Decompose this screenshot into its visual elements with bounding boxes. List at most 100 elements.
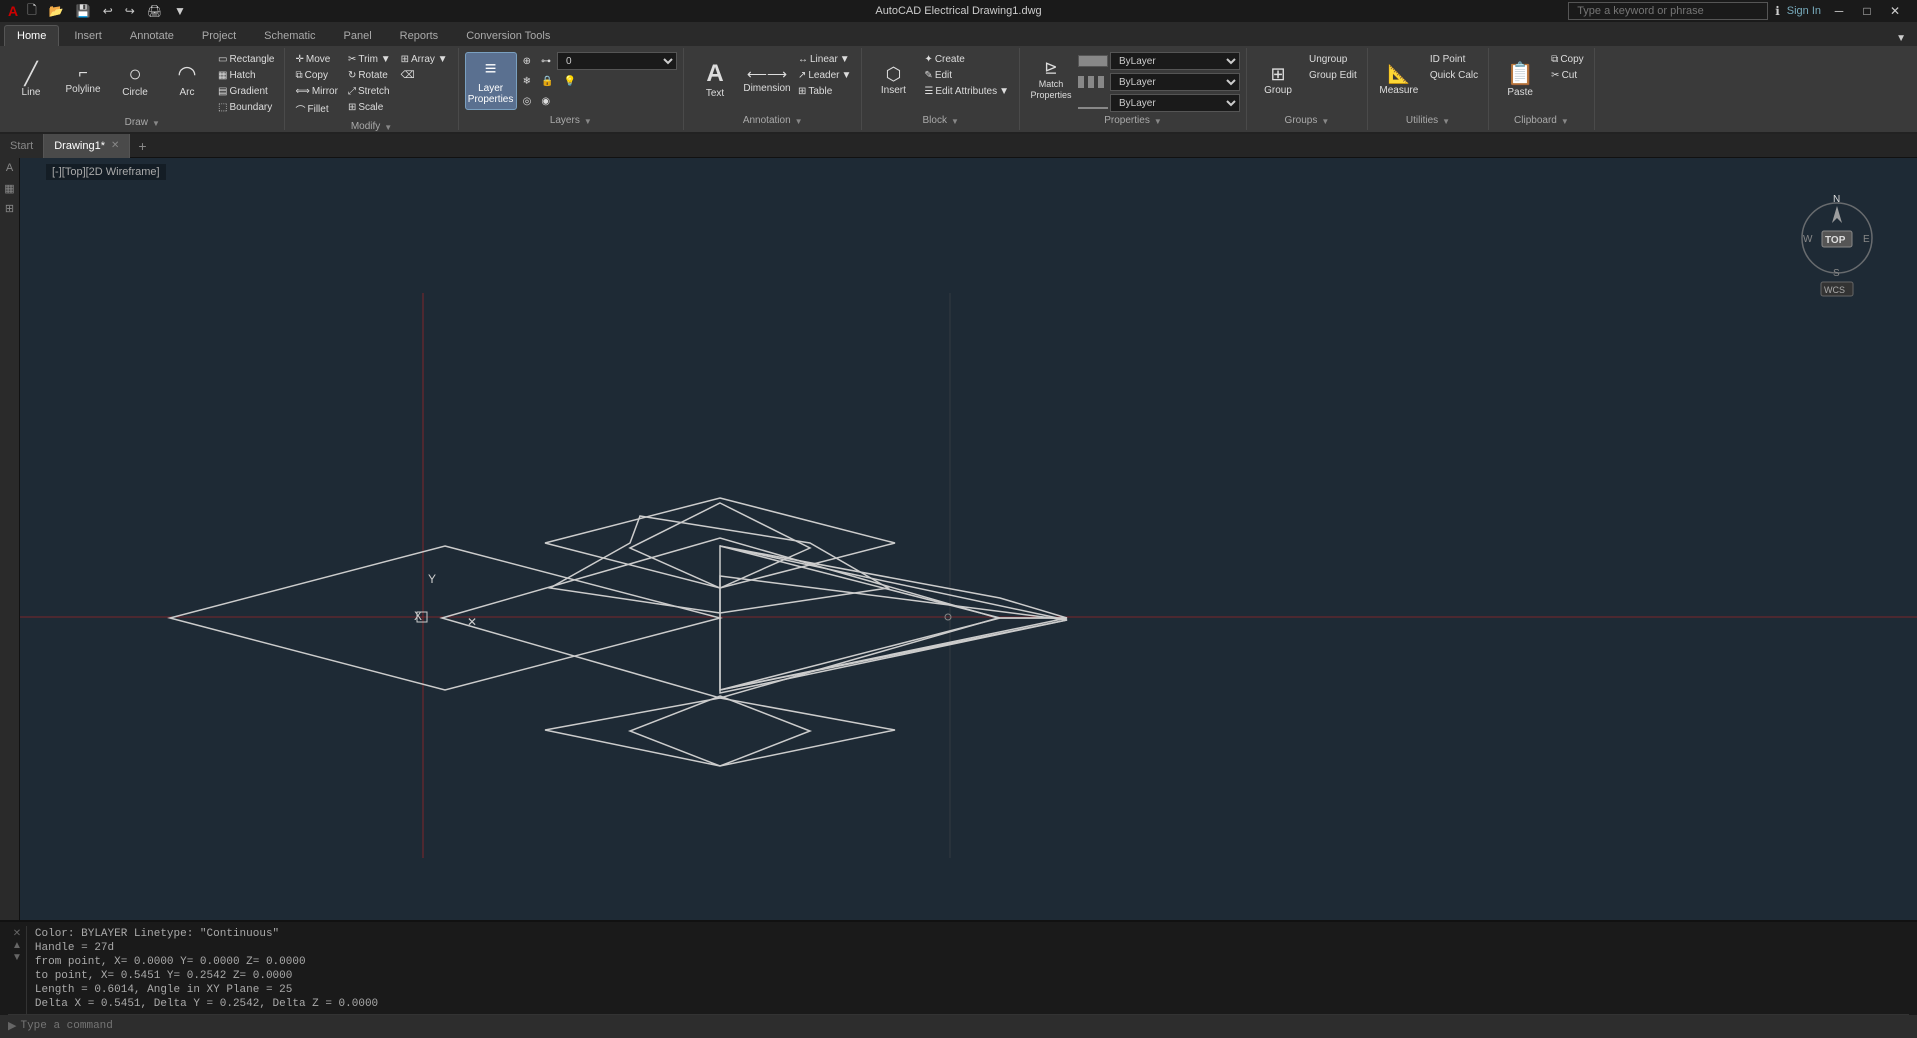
copy-button[interactable]: ⧉ Copy — [291, 68, 341, 83]
layer-off-btn[interactable]: 💡 — [559, 74, 579, 89]
edit-button[interactable]: ✎ Edit — [920, 68, 1013, 83]
match-layer-button[interactable]: ⊶ — [537, 54, 555, 69]
line-button[interactable]: ╱ Line — [6, 52, 56, 110]
prop-line-linetype: ByLayer — [1078, 73, 1240, 91]
layer-isolate-btn[interactable]: ◎ — [519, 94, 536, 109]
minimize-btn[interactable]: ─ — [1825, 0, 1853, 22]
tab-annotate[interactable]: Annotate — [117, 25, 187, 46]
erase-button[interactable]: ⌫ — [397, 68, 452, 83]
circle-icon: ○ — [128, 63, 141, 85]
make-current-button[interactable]: ⊕ — [519, 54, 535, 69]
id-point-btn[interactable]: ID Point — [1426, 52, 1482, 67]
mirror-button[interactable]: ⟺ Mirror — [291, 84, 341, 99]
add-tab-button[interactable]: + — [130, 134, 154, 158]
linetype-dropdown[interactable]: ByLayer — [1110, 73, 1240, 91]
tab-home[interactable]: Home — [4, 25, 59, 46]
color-swatch — [1078, 55, 1108, 67]
ungroup-button[interactable]: Ungroup — [1305, 52, 1361, 67]
measure-button[interactable]: 📐 Measure — [1374, 52, 1424, 110]
search-input[interactable] — [1568, 2, 1768, 20]
create-button[interactable]: ✦ Create — [920, 52, 1013, 67]
tab-project[interactable]: Project — [189, 25, 249, 46]
qa-redo[interactable]: ↪ — [122, 2, 138, 20]
info-btn[interactable]: ℹ — [1772, 2, 1783, 20]
block-expand-icon[interactable]: ▼ — [951, 117, 959, 126]
color-dropdown[interactable]: ByLayer — [1110, 52, 1240, 70]
group-button[interactable]: ⊞ Group — [1253, 52, 1303, 110]
polyline-button[interactable]: ⌐ Polyline — [58, 52, 108, 110]
draw-expand-icon[interactable]: ▼ — [152, 119, 160, 128]
drawing-canvas: Y X ✕ — [20, 158, 1917, 920]
arc-button[interactable]: ◠ Arc — [162, 52, 212, 110]
tab-schematic[interactable]: Schematic — [251, 25, 328, 46]
groups-expand-icon[interactable]: ▼ — [1321, 117, 1329, 126]
annotation-expand-icon[interactable]: ▼ — [795, 117, 803, 126]
start-tab[interactable]: Start — [0, 134, 44, 158]
cmd-close-btn[interactable]: ✕ — [12, 928, 22, 939]
cut-button[interactable]: ✂ Cut — [1547, 68, 1588, 83]
modify-col3: ⊞ Array ▼ ⌫ — [397, 52, 452, 83]
rotate-button[interactable]: ↻ Rotate — [344, 68, 395, 83]
scale-button[interactable]: ⊞ Scale — [344, 100, 395, 115]
clipboard-label-row: Clipboard ▼ — [1514, 115, 1569, 128]
sidebar-icon-2[interactable]: ▦ — [2, 182, 18, 198]
tab-reports[interactable]: Reports — [387, 25, 452, 46]
linear-button[interactable]: ↔ Linear ▼ — [794, 52, 855, 67]
layer-freeze-btn[interactable]: ❄ — [519, 74, 535, 89]
group-edit-button[interactable]: Group Edit — [1305, 68, 1361, 83]
utilities-col: ID Point Quick Calc — [1426, 52, 1482, 83]
boundary-button[interactable]: ⬚ Boundary — [214, 100, 278, 115]
table-button[interactable]: ⊞ Table — [794, 84, 855, 99]
qa-undo[interactable]: ↩ — [100, 2, 116, 20]
cmd-line-3: from point, X= 0.0000 Y= 0.0000 Z= 0.000… — [35, 956, 1901, 968]
modify-expand-icon[interactable]: ▼ — [384, 123, 392, 132]
cmd-up-btn[interactable]: ▲ — [12, 940, 22, 951]
sign-in-btn[interactable]: Sign In — [1787, 5, 1821, 17]
insert-button[interactable]: ⬡ Insert — [868, 52, 918, 110]
layer-dropdown[interactable]: 0 Defpoints — [557, 52, 677, 70]
drawing1-tab[interactable]: Drawing1* ✕ — [44, 134, 130, 158]
qa-dropdown[interactable]: ▼ — [171, 2, 189, 20]
layer-lock-btn[interactable]: 🔒 — [537, 74, 557, 89]
cmd-down-btn[interactable]: ▼ — [12, 952, 22, 963]
tab-panel[interactable]: Panel — [331, 25, 385, 46]
qa-new[interactable]: 🗋 — [24, 0, 40, 24]
stretch-icon: ⤢ — [348, 86, 356, 97]
rect-button[interactable]: ▭ Rectangle — [214, 52, 278, 67]
copy-clip-button[interactable]: ⧉ Copy — [1547, 52, 1588, 67]
leader-button[interactable]: ↗ Leader ▼ — [794, 68, 855, 83]
qa-open[interactable]: 📂 — [46, 2, 67, 20]
properties-expand-icon[interactable]: ▼ — [1154, 117, 1162, 126]
tab-conversion-tools[interactable]: Conversion Tools — [453, 25, 563, 46]
array-button[interactable]: ⊞ Array ▼ — [397, 52, 452, 67]
qa-save[interactable]: 💾 — [73, 2, 94, 20]
drawing-tab-close[interactable]: ✕ — [111, 140, 119, 151]
maximize-btn[interactable]: □ — [1853, 0, 1881, 22]
sidebar-icon-3[interactable]: ⊞ — [2, 202, 18, 218]
tab-insert[interactable]: Insert — [61, 25, 115, 46]
close-btn[interactable]: ✕ — [1881, 0, 1909, 22]
quick-calc-btn[interactable]: Quick Calc — [1426, 68, 1482, 83]
qa-print[interactable]: 🖨 — [144, 2, 165, 20]
move-button[interactable]: ✛ Move — [291, 52, 341, 67]
circle-button[interactable]: ○ Circle — [110, 52, 160, 110]
dimension-button[interactable]: ⟵⟶ Dimension — [742, 52, 792, 110]
text-button[interactable]: A Text — [690, 52, 740, 110]
layers-expand-icon[interactable]: ▼ — [584, 117, 592, 126]
ribbon-options-btn[interactable]: ▼ — [1893, 31, 1909, 46]
clipboard-expand-icon[interactable]: ▼ — [1561, 117, 1569, 126]
match-properties-button[interactable]: ⊵ Match Properties — [1026, 52, 1076, 110]
hatch-button[interactable]: ▦ Hatch — [214, 68, 278, 83]
lineweight-dropdown[interactable]: ByLayer — [1110, 94, 1240, 112]
sidebar-icon-1[interactable]: A — [2, 162, 18, 178]
gradient-button[interactable]: ▤ Gradient — [214, 84, 278, 99]
utilities-expand-icon[interactable]: ▼ — [1442, 117, 1450, 126]
layer-properties-button[interactable]: ≡ Layer Properties — [465, 52, 517, 110]
cmd-input[interactable] — [20, 1020, 1909, 1032]
trim-button[interactable]: ✂ Trim ▼ — [344, 52, 395, 67]
paste-button[interactable]: 📋 Paste — [1495, 52, 1545, 110]
fillet-button[interactable]: ⌒ Fillet — [291, 100, 341, 119]
edit-attributes-button[interactable]: ☰ Edit Attributes ▼ — [920, 84, 1013, 99]
layer-unisolate-btn[interactable]: ◉ — [537, 94, 554, 109]
stretch-button[interactable]: ⤢ Stretch — [344, 84, 395, 99]
